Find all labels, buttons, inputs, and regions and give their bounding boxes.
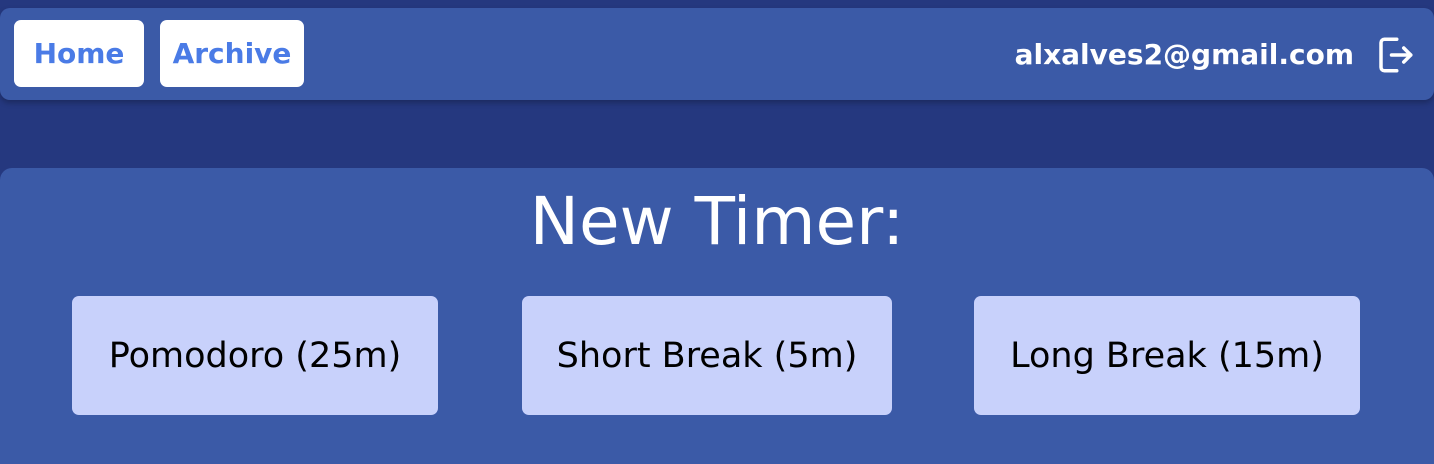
user-email: alxalves2@gmail.com xyxy=(1014,37,1354,71)
long-break-button[interactable]: Long Break (15m) xyxy=(974,296,1360,415)
top-navbar: Home Archive alxalves2@gmail.com xyxy=(0,8,1434,100)
short-break-button[interactable]: Short Break (5m) xyxy=(522,296,892,415)
home-button[interactable]: Home xyxy=(14,20,144,87)
pomodoro-button[interactable]: Pomodoro (25m) xyxy=(72,296,438,415)
logout-icon[interactable] xyxy=(1374,34,1416,76)
page-title: New Timer: xyxy=(529,183,905,260)
archive-button[interactable]: Archive xyxy=(160,20,304,87)
new-timer-panel: New Timer: Pomodoro (25m) Short Break (5… xyxy=(0,168,1434,464)
